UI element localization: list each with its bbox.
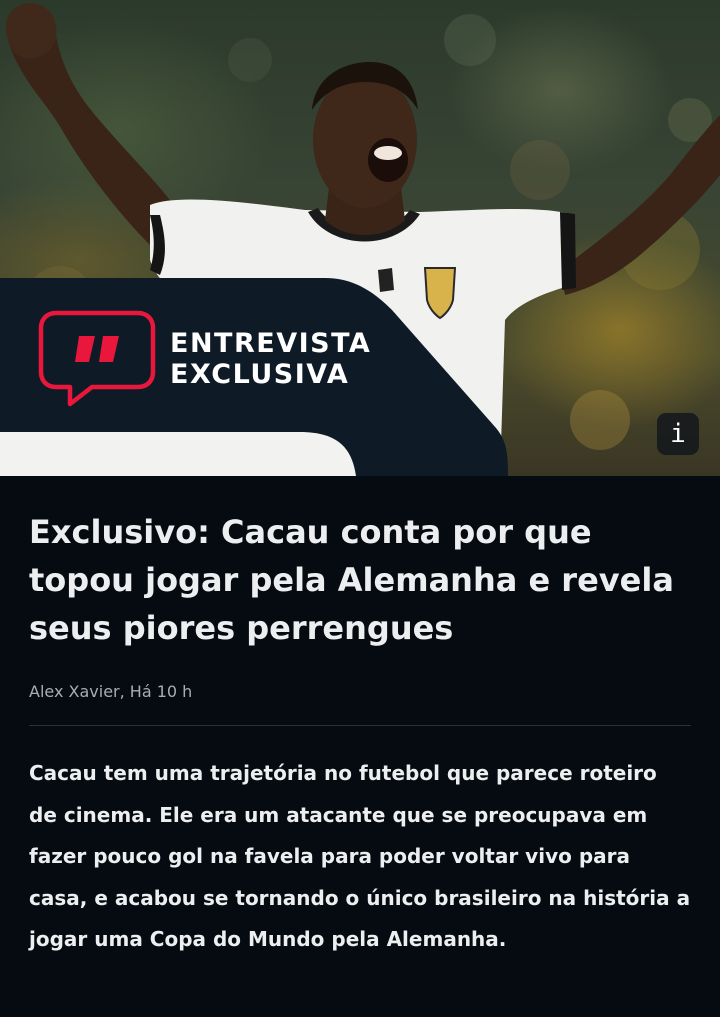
exclusive-banner bbox=[0, 278, 508, 476]
article-summary: Cacau tem uma trajetória no futebol que … bbox=[29, 761, 691, 951]
banner-line-2: Exclusiva bbox=[170, 359, 350, 390]
divider bbox=[29, 725, 691, 726]
article-content: Exclusivo: Cacau conta por que topou jog… bbox=[29, 476, 691, 961]
article-headline[interactable]: Exclusivo: Cacau conta por que topou jog… bbox=[29, 508, 691, 652]
publish-time: Há 10 h bbox=[129, 682, 193, 701]
article-page: Entrevista Exclusiva i Exclusivo: Cacau … bbox=[0, 0, 720, 1017]
byline-separator: , bbox=[119, 682, 130, 701]
banner-line-1: Entrevista bbox=[170, 328, 372, 359]
exclusive-banner-label: Entrevista Exclusiva bbox=[170, 328, 371, 390]
info-button[interactable]: i bbox=[657, 413, 699, 455]
author-name[interactable]: Alex Xavier bbox=[29, 682, 120, 701]
hero-image[interactable]: Entrevista Exclusiva i bbox=[0, 0, 720, 476]
info-icon: i bbox=[670, 419, 686, 449]
article-byline: Alex Xavier, Há 10 h bbox=[29, 682, 691, 702]
